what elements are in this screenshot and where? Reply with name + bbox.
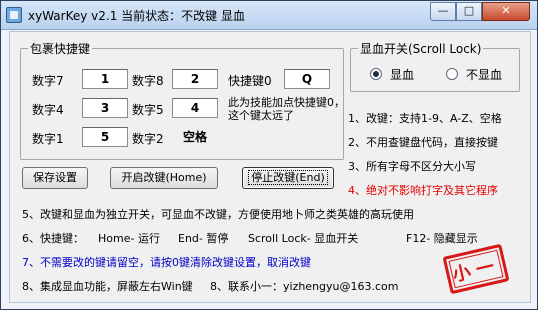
shortcut-end: End- 暂停 bbox=[178, 232, 229, 245]
hp-group-legend: 显血开关(Scroll Lock) bbox=[360, 42, 482, 56]
shortcut-home: Home- 运行 bbox=[98, 232, 160, 245]
key-label-5: 数字5 bbox=[132, 103, 164, 117]
skill-key-note: 此为技能加点快捷键0，这个键太远了 bbox=[228, 96, 345, 122]
client-area: 包裹快捷键 数字7 1 数字8 2 快捷键0 Q 数字4 3 数字5 4 此为技… bbox=[9, 31, 531, 303]
hide-hp-radio[interactable] bbox=[446, 68, 458, 80]
show-hp-radio[interactable] bbox=[370, 68, 382, 80]
shortcut-f12: F12- 隐藏显示 bbox=[406, 232, 478, 245]
save-settings-button[interactable]: 保存设置 bbox=[22, 167, 88, 189]
shortcuts-label: 6、快捷键： bbox=[22, 232, 84, 245]
key-label-2: 数字2 bbox=[132, 132, 164, 146]
note-clear-keys: 7、不需要改的键请留空，请按0键清除改键设置，取消改键 bbox=[22, 256, 311, 269]
key-input-1[interactable]: 5 bbox=[82, 127, 128, 147]
app-icon bbox=[6, 7, 22, 23]
enable-remap-button[interactable]: 开启改键(Home) bbox=[110, 167, 218, 189]
window-title: xyWarKey v2.1 当前状态：不改键 显血 bbox=[28, 9, 245, 23]
key-label-7: 数字7 bbox=[32, 74, 64, 88]
title-bar[interactable]: xyWarKey v2.1 当前状态：不改键 显血 — □ ✕ bbox=[1, 1, 537, 30]
contact-info: 8、联系小一：yizhengyu@163.com bbox=[210, 280, 399, 293]
key-input-8[interactable]: 2 bbox=[172, 69, 218, 89]
key-input-7[interactable]: 1 bbox=[82, 69, 128, 89]
key-input-2[interactable]: 空格 bbox=[172, 127, 218, 147]
key-label-4: 数字4 bbox=[32, 103, 64, 117]
disable-remap-label: 停止改键(End) bbox=[248, 170, 328, 185]
close-button[interactable]: ✕ bbox=[482, 2, 530, 21]
feature-3: 3、所有字母不区分大小写 bbox=[348, 160, 476, 173]
hide-hp-label[interactable]: 不显血 bbox=[466, 66, 502, 83]
key-input-0[interactable]: Q bbox=[284, 69, 330, 89]
key-label-1: 数字1 bbox=[32, 132, 64, 146]
note-independent-switches: 5、改键和显血为独立开关，可显血不改键，方便使用地卜师之类英雄的高玩使用 bbox=[22, 208, 414, 221]
key-label-0: 快捷键0 bbox=[228, 74, 272, 88]
key-input-4[interactable]: 3 bbox=[82, 98, 128, 118]
feature-4-warning: 4、绝对不影响打字及其它程序 bbox=[348, 184, 498, 197]
app-window: xyWarKey v2.1 当前状态：不改键 显血 — □ ✕ 包裹快捷键 数字… bbox=[0, 0, 538, 310]
keys-group-legend: 包裹快捷键 bbox=[30, 42, 91, 56]
note-integrated-hp: 8、集成显血功能，屏蔽左右Win键 bbox=[22, 280, 193, 293]
maximize-button[interactable]: □ bbox=[456, 2, 482, 21]
show-hp-label[interactable]: 显血 bbox=[390, 66, 414, 83]
shortcut-scroll-lock: Scroll Lock- 显血开关 bbox=[248, 232, 359, 245]
author-stamp: 小一 bbox=[442, 243, 510, 295]
disable-remap-button[interactable]: 停止改键(End) bbox=[242, 167, 334, 189]
key-input-5[interactable]: 4 bbox=[172, 98, 218, 118]
feature-2: 2、不用查键盘代码，直接按键 bbox=[348, 136, 498, 149]
key-label-8: 数字8 bbox=[132, 74, 164, 88]
minimize-button[interactable]: — bbox=[430, 2, 456, 21]
feature-1: 1、改键：支持1-9、A-Z、空格 bbox=[348, 112, 502, 125]
